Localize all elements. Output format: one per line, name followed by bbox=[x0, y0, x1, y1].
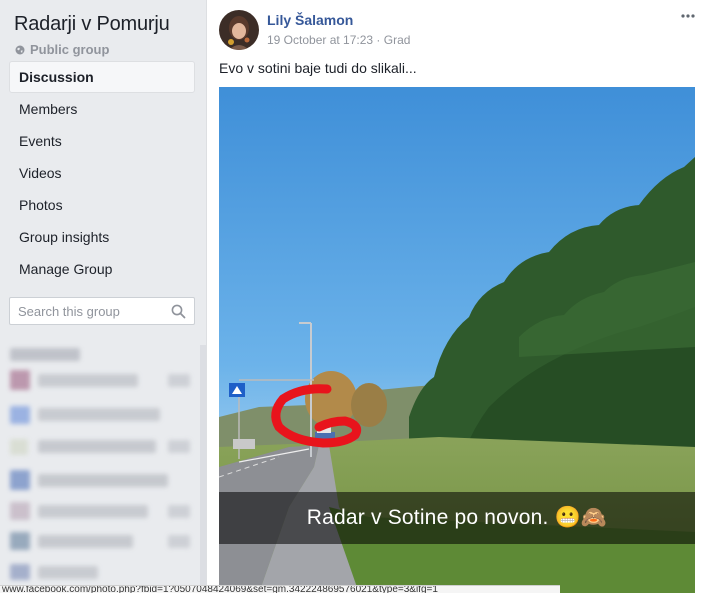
globe-icon bbox=[15, 45, 25, 54]
avatar-image bbox=[219, 10, 259, 50]
search-icon[interactable] bbox=[171, 304, 186, 319]
nav-item-videos[interactable]: Videos bbox=[9, 157, 195, 189]
ellipsis-icon[interactable] bbox=[680, 8, 696, 24]
post-text: Evo v sotini baje tudi do slikali... bbox=[219, 60, 417, 76]
nav-item-group-insights[interactable]: Group insights bbox=[9, 221, 195, 253]
nav-item-members[interactable]: Members bbox=[9, 93, 195, 125]
post-location[interactable]: Grad bbox=[384, 33, 411, 47]
photo-caption: Radar v Sotine po novon. 😬🙈 bbox=[306, 506, 608, 529]
group-privacy: Public group bbox=[15, 42, 109, 57]
blurred-member-list bbox=[8, 342, 200, 582]
post-photo[interactable]: Radar v Sotine po novon. 😬🙈 bbox=[219, 87, 695, 593]
avatar[interactable] bbox=[219, 10, 259, 50]
search-input[interactable] bbox=[10, 298, 170, 324]
privacy-label: Public group bbox=[30, 42, 110, 57]
nav-item-discussion[interactable]: Discussion bbox=[9, 61, 195, 93]
post-card: Lily Šalamon 19 October at 17:23 · Grad … bbox=[206, 0, 712, 593]
nav-item-photos[interactable]: Photos bbox=[9, 189, 195, 221]
post-timestamp[interactable]: 19 October at 17:23 bbox=[267, 33, 373, 47]
group-search bbox=[9, 297, 195, 325]
status-bar-url: www.facebook.com/photo.php?fbid=1?050704… bbox=[0, 585, 560, 593]
group-title[interactable]: Radarji v Pomurju bbox=[14, 13, 170, 36]
group-nav: Discussion Members Events Videos Photos … bbox=[9, 61, 195, 285]
author-name[interactable]: Lily Šalamon bbox=[267, 12, 353, 28]
nav-item-events[interactable]: Events bbox=[9, 125, 195, 157]
group-sidebar: Radarji v Pomurju Public group Discussio… bbox=[0, 0, 206, 593]
post-meta: 19 October at 17:23 · Grad bbox=[267, 33, 410, 47]
meta-separator: · bbox=[376, 33, 381, 47]
nav-item-manage-group[interactable]: Manage Group bbox=[9, 253, 195, 285]
